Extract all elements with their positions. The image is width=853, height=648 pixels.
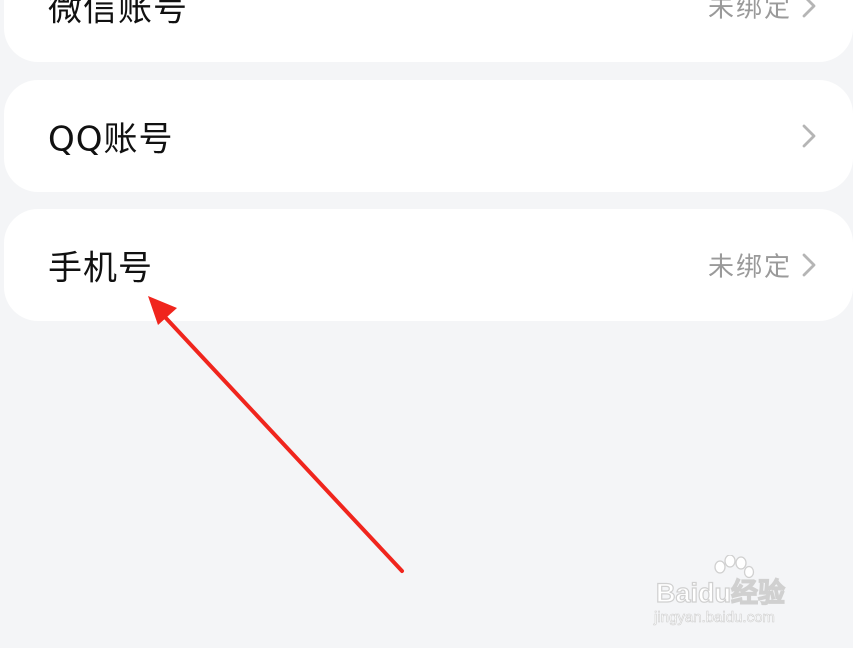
wechat-account-label: 微信账号 — [48, 0, 188, 30]
watermark-url: jingyan.baidu.com — [654, 609, 776, 627]
watermark-brand: Baidu经验 — [655, 577, 786, 608]
chevron-right-icon — [802, 253, 816, 277]
phone-number-status: 未绑定 — [707, 252, 792, 283]
account-binding-screen: 微信账号 未绑定 QQ账号 手机号 未绑定 Baidu经验 jingyan.ba… — [0, 0, 853, 648]
phone-number-label: 手机号 — [48, 248, 153, 289]
chevron-right-icon — [802, 124, 816, 148]
wechat-account-row[interactable]: 微信账号 未绑定 — [4, 0, 853, 62]
qq-account-row[interactable]: QQ账号 — [4, 80, 853, 192]
phone-number-row[interactable]: 手机号 未绑定 — [4, 209, 853, 321]
chevron-right-icon — [802, 0, 816, 18]
qq-account-label: QQ账号 — [48, 119, 174, 160]
wechat-account-status: 未绑定 — [707, 0, 792, 24]
baidu-jingyan-watermark: Baidu经验 jingyan.baidu.com — [652, 555, 812, 630]
